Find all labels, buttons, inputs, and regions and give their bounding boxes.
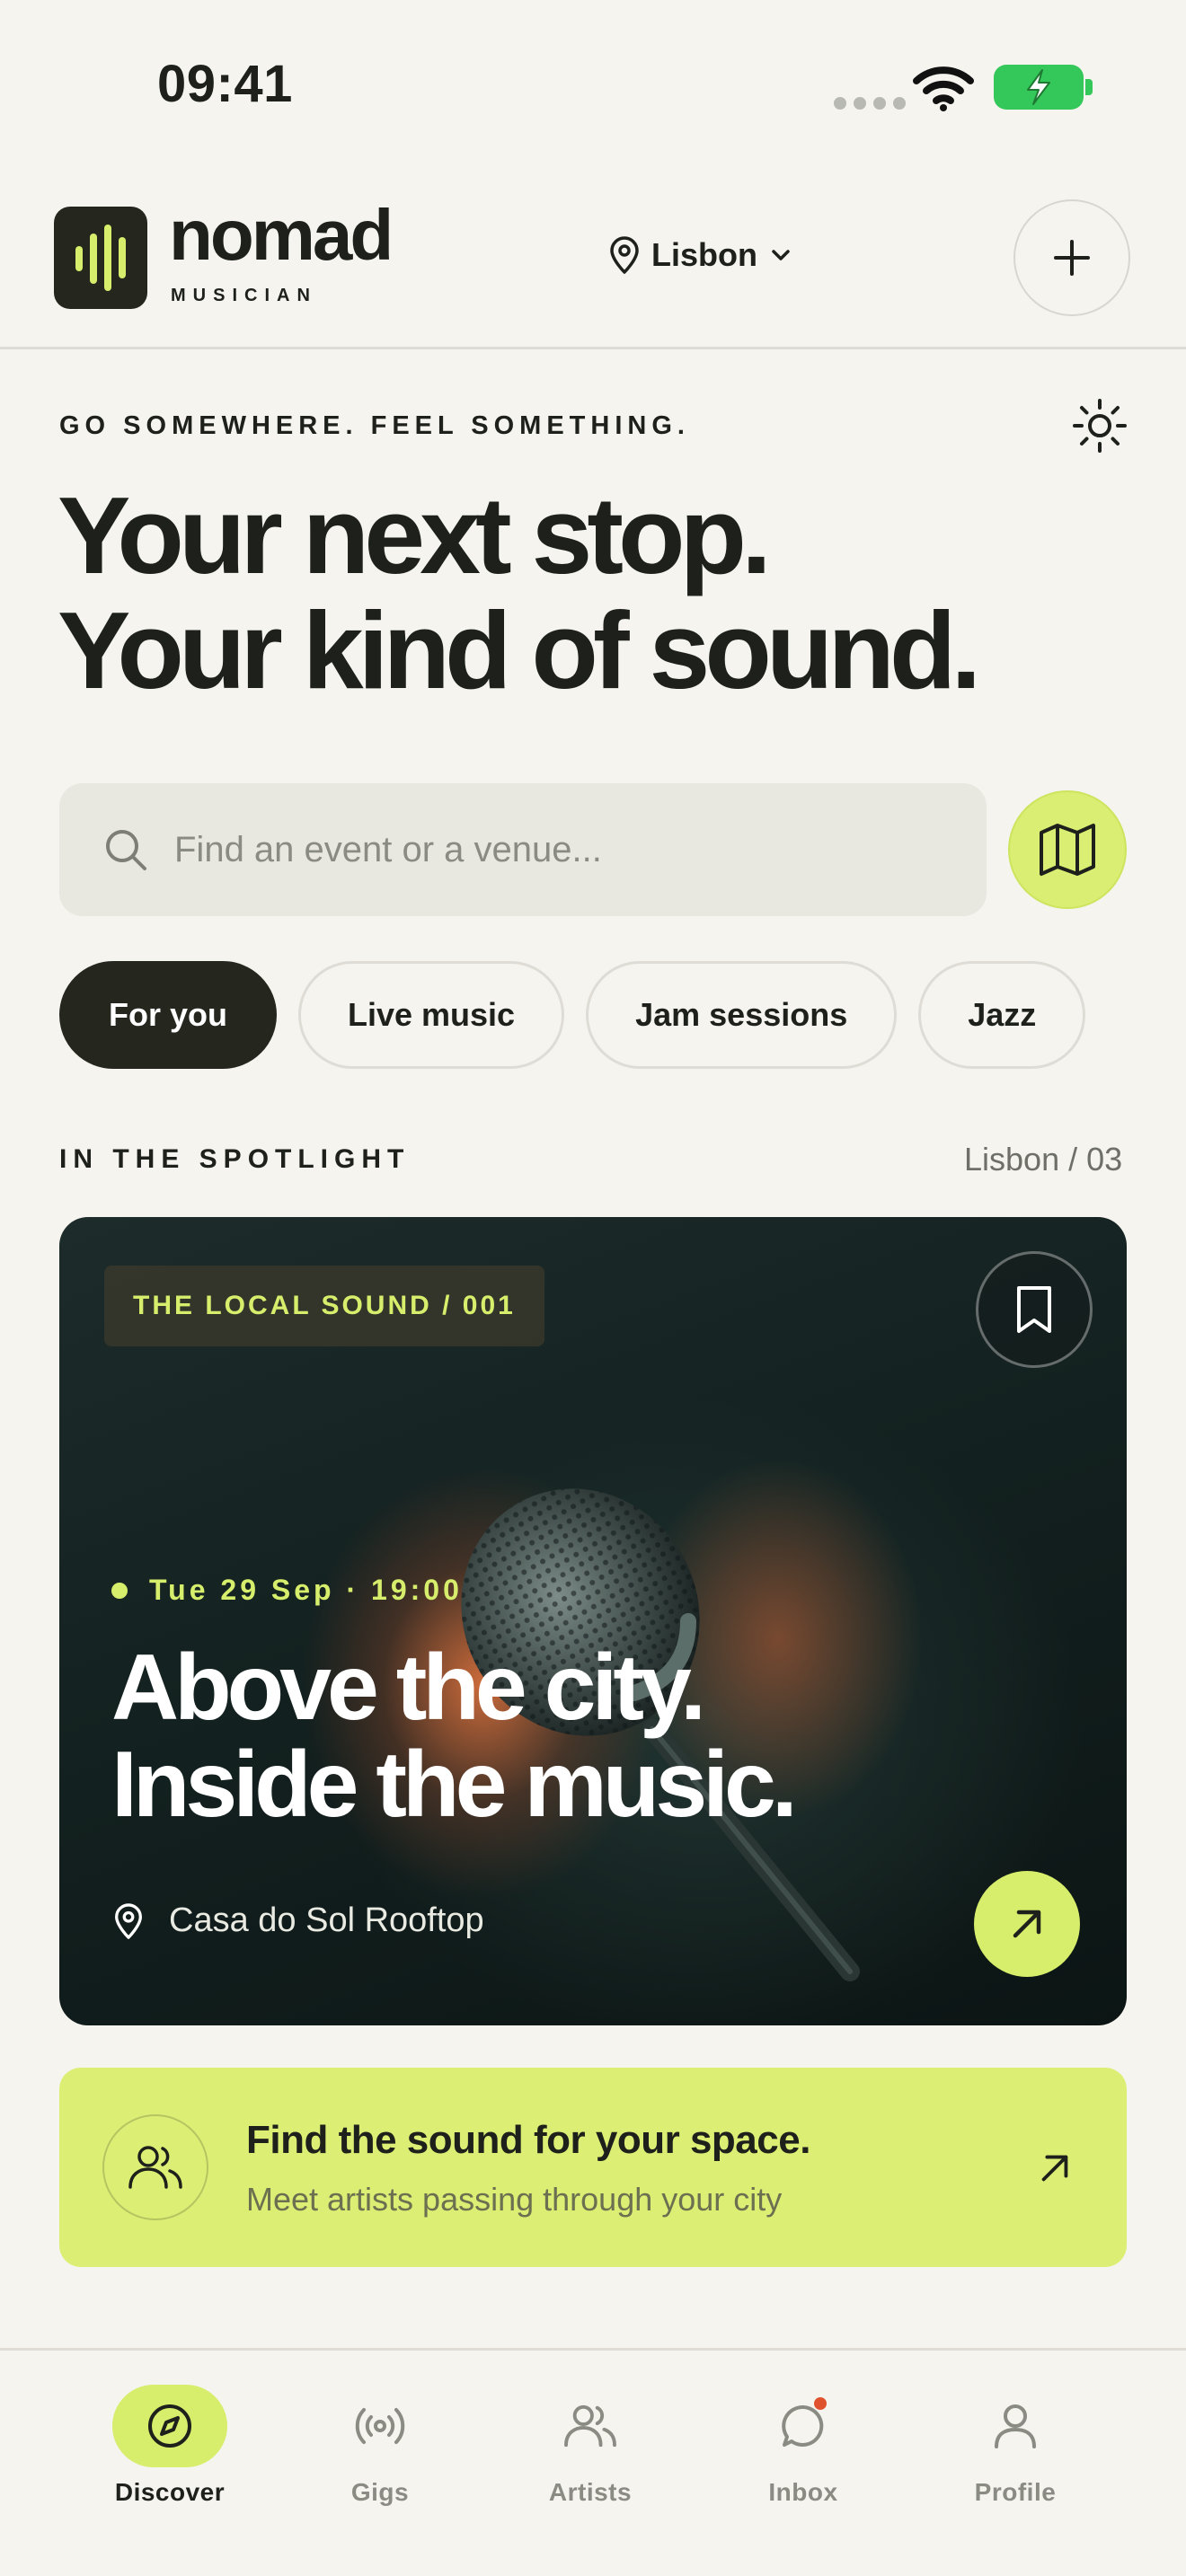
arrow-up-right-icon xyxy=(1041,2155,1068,2182)
nav-icon-wrap xyxy=(533,2385,648,2467)
map-view-button[interactable] xyxy=(1008,790,1127,909)
nav-label-profile: Profile xyxy=(974,2478,1057,2506)
promo-title: Find the sound for your space. xyxy=(246,2118,810,2162)
app-logo-icon[interactable] xyxy=(54,207,147,309)
nav-item-artists[interactable]: Artists xyxy=(509,2351,671,2530)
promo-subtitle: Meet artists passing through your city xyxy=(246,2181,783,2218)
chip-jazz[interactable]: Jazz xyxy=(918,961,1086,1069)
cellular-signal-icon xyxy=(834,97,906,110)
users-icon xyxy=(564,2404,616,2448)
nav-item-gigs[interactable]: Gigs xyxy=(299,2351,461,2530)
location-selector[interactable]: Lisbon xyxy=(606,235,795,275)
spotlight-event-card[interactable]: THE LOCAL SOUND / 001 Tue 29 Sep · 19:00… xyxy=(59,1217,1127,2025)
plus-icon xyxy=(1054,240,1090,276)
nav-item-inbox[interactable]: Inbox xyxy=(722,2351,884,2530)
headline-line-1: Your next stop. xyxy=(58,474,772,596)
nav-label-artists: Artists xyxy=(548,2478,633,2506)
map-pin-icon xyxy=(610,236,639,274)
notification-badge-dot xyxy=(814,2397,827,2410)
nav-label-inbox: Inbox xyxy=(768,2478,838,2506)
event-title-line-2: Inside the music. xyxy=(111,1733,798,1837)
chip-live-music[interactable]: Live music xyxy=(298,961,565,1069)
promo-icon-circle xyxy=(102,2114,208,2220)
chip-for-you[interactable]: For you xyxy=(59,961,277,1069)
search-input[interactable] xyxy=(174,829,893,870)
location-label: Lisbon xyxy=(651,236,757,273)
search-bar[interactable] xyxy=(59,783,987,916)
tagline: GO SOMEWHERE. FEEL SOMETHING. xyxy=(59,411,690,440)
nav-icon-wrap xyxy=(746,2385,861,2467)
chip-jam-sessions[interactable]: Jam sessions xyxy=(586,961,898,1069)
event-date-text: Tue 29 Sep · 19:00 xyxy=(149,1574,463,1606)
search-icon xyxy=(106,830,146,870)
bookmark-icon xyxy=(1017,1286,1051,1333)
arrow-up-right-icon xyxy=(1013,1910,1041,1938)
nav-label-gigs: Gigs xyxy=(350,2478,410,2506)
battery-cap xyxy=(1085,79,1093,95)
status-time: 09:41 xyxy=(157,55,293,113)
map-pin-icon xyxy=(115,1902,142,1939)
bottom-navigation: Discover Gigs Artists Inbox Profile xyxy=(0,2348,1186,2576)
event-date: Tue 29 Sep · 19:00 xyxy=(111,1574,463,1607)
nav-item-profile[interactable]: Profile xyxy=(934,2351,1096,2530)
section-meta: Lisbon / 03 xyxy=(964,1141,1123,1178)
date-dot xyxy=(111,1582,128,1599)
brand-subtitle: MUSICIAN xyxy=(171,286,317,305)
section-title-spotlight: IN THE SPOTLIGHT xyxy=(59,1144,411,1174)
compass-icon xyxy=(148,2404,191,2448)
headline-line-2: Your kind of sound. xyxy=(58,589,981,711)
nav-icon-wrap xyxy=(112,2385,227,2467)
card-tag: THE LOCAL SOUND / 001 xyxy=(104,1266,544,1346)
promo-banner[interactable]: Find the sound for your space. Meet arti… xyxy=(59,2068,1127,2267)
users-icon xyxy=(128,2146,182,2189)
broadcast-icon xyxy=(355,2408,405,2444)
event-venue-text: Casa do Sol Rooftop xyxy=(169,1901,484,1939)
nav-icon-wrap xyxy=(323,2385,438,2467)
event-venue: Casa do Sol Rooftop xyxy=(111,1901,484,1940)
nav-label-discover: Discover xyxy=(114,2478,226,2506)
brand-name: nomad xyxy=(169,195,394,275)
open-event-button[interactable] xyxy=(974,1871,1080,1977)
page-headline: Your next stop. Your kind of sound. xyxy=(58,474,981,711)
map-icon xyxy=(1040,824,1095,876)
add-button[interactable] xyxy=(1013,199,1130,316)
bookmark-button[interactable] xyxy=(976,1251,1093,1368)
theme-toggle-sun-icon[interactable] xyxy=(1069,395,1130,461)
category-filter-chips: For you Live music Jam sessions Jazz xyxy=(59,961,1086,1069)
battery-icon xyxy=(994,65,1084,110)
header-divider xyxy=(0,347,1186,349)
event-title-line-1: Above the city. xyxy=(111,1636,706,1740)
nav-item-discover[interactable]: Discover xyxy=(89,2351,251,2530)
user-icon xyxy=(995,2404,1036,2448)
nav-icon-wrap xyxy=(958,2385,1073,2467)
event-title: Above the city. Inside the music. xyxy=(111,1636,798,1837)
wifi-icon xyxy=(913,65,974,116)
chevron-down-icon xyxy=(772,250,790,260)
